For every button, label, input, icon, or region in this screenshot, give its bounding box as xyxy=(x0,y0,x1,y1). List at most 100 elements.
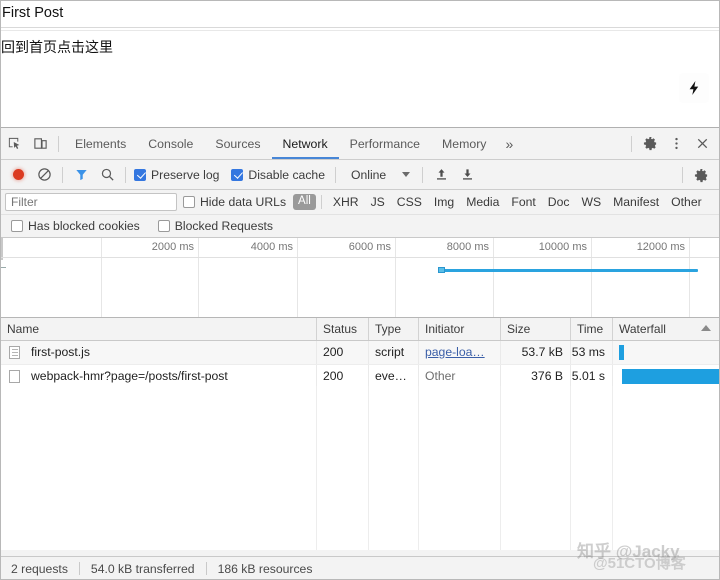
script-file-icon xyxy=(9,346,20,359)
cell-initiator[interactable]: page-loa… xyxy=(419,341,501,364)
ascending-sort-icon xyxy=(701,325,711,331)
network-blocked-row: Has blocked cookies Blocked Requests xyxy=(1,215,719,238)
tabstrip-right-divider xyxy=(631,135,632,152)
column-header-initiator[interactable]: Initiator xyxy=(419,318,501,340)
record-button[interactable] xyxy=(5,162,31,188)
tabstrip-divider xyxy=(58,135,59,152)
tab-console[interactable]: Console xyxy=(137,129,204,159)
overview-header-divider xyxy=(1,257,719,258)
device-toolbar-icon[interactable] xyxy=(27,131,53,157)
filter-type-manifest[interactable]: Manifest xyxy=(607,195,665,209)
has-blocked-cookies-checkbox-box xyxy=(11,220,23,232)
filter-type-ws[interactable]: WS xyxy=(575,195,607,209)
lightning-bolt-icon[interactable] xyxy=(679,73,709,103)
row-cell-divider xyxy=(500,341,501,364)
page-body-link-text[interactable]: 回到首页点击这里 xyxy=(1,37,113,57)
hide-data-urls-checkbox-box xyxy=(183,196,195,208)
hide-data-urls-checkbox[interactable]: Hide data URLs xyxy=(183,195,286,209)
column-divider[interactable] xyxy=(316,318,317,340)
filter-type-img[interactable]: Img xyxy=(428,195,460,209)
settings-gear-icon[interactable] xyxy=(637,131,663,157)
row-cell-divider xyxy=(316,341,317,364)
filter-type-js[interactable]: JS xyxy=(365,195,391,209)
column-header-name[interactable]: Name xyxy=(1,318,317,340)
devtools-tabstrip: Elements Console Sources Network Perform… xyxy=(1,128,719,160)
overview-tick-label: 12000 ms xyxy=(636,241,685,253)
cell-time: 53 ms xyxy=(571,345,605,359)
tab-memory[interactable]: Memory xyxy=(431,129,497,159)
cell-size: 376 B xyxy=(531,369,563,383)
page-divider xyxy=(1,27,719,28)
row-cell-divider xyxy=(612,365,613,388)
network-settings-gear-icon[interactable] xyxy=(688,162,714,188)
close-devtools-icon[interactable] xyxy=(689,131,715,157)
blocked-requests-checkbox[interactable]: Blocked Requests xyxy=(157,219,273,233)
column-divider[interactable] xyxy=(368,318,369,340)
more-options-icon[interactable] xyxy=(663,131,689,157)
table-row[interactable]: first-post.js 200 script page-loa… 53.7 … xyxy=(1,341,719,365)
column-header-status[interactable]: Status xyxy=(317,318,369,340)
row-cell-divider xyxy=(368,365,369,388)
filter-type-doc[interactable]: Doc xyxy=(542,195,576,209)
column-divider[interactable] xyxy=(500,318,501,340)
export-har-button[interactable] xyxy=(454,162,480,188)
has-blocked-cookies-label: Has blocked cookies xyxy=(28,219,140,233)
record-dot-icon xyxy=(12,169,24,180)
web-page-viewport: First Post 回到首页点击这里 xyxy=(1,1,719,127)
tab-elements[interactable]: Elements xyxy=(64,129,137,159)
filter-input[interactable] xyxy=(5,193,177,211)
devtools-panel: Elements Console Sources Network Perform… xyxy=(1,127,719,579)
cell-initiator: Other xyxy=(425,369,456,383)
row-cell-divider xyxy=(570,341,571,364)
overview-gridline xyxy=(591,238,592,317)
filter-type-css[interactable]: CSS xyxy=(391,195,428,209)
column-divider-body xyxy=(316,386,317,550)
screenshot-root: First Post 回到首页点击这里 Elements Console Sou… xyxy=(0,0,720,580)
column-divider[interactable] xyxy=(418,318,419,340)
waterfall-bar xyxy=(619,345,624,360)
disable-cache-checkbox[interactable]: Disable cache xyxy=(231,168,325,182)
filter-type-font[interactable]: Font xyxy=(505,195,541,209)
tab-performance[interactable]: Performance xyxy=(339,129,431,159)
row-cell-divider xyxy=(570,365,571,388)
disable-cache-label: Disable cache xyxy=(248,167,325,182)
filter-type-xhr[interactable]: XHR xyxy=(327,195,365,209)
filter-type-other[interactable]: Other xyxy=(665,195,707,209)
search-icon[interactable] xyxy=(94,162,120,188)
overview-tick-label: 6000 ms xyxy=(348,241,391,253)
filter-type-media[interactable]: Media xyxy=(460,195,505,209)
tab-network[interactable]: Network xyxy=(271,129,339,159)
toolbar-divider-2 xyxy=(125,166,126,183)
row-cell-divider xyxy=(500,365,501,388)
network-request-table: Name Status Type Initiator Size Time Wat… xyxy=(1,318,719,550)
overview-left-tick xyxy=(1,267,6,268)
filter-type-all[interactable]: All xyxy=(293,194,316,210)
overview-tick-label: 8000 ms xyxy=(446,241,489,253)
overview-gridline xyxy=(198,238,199,317)
preserve-log-checkbox[interactable]: Preserve log xyxy=(134,168,219,182)
column-header-time[interactable]: Time xyxy=(571,318,613,340)
table-empty-area xyxy=(1,386,719,550)
row-cell-divider xyxy=(612,341,613,364)
overview-gridline xyxy=(493,238,494,317)
status-request-count: 2 requests xyxy=(11,561,68,576)
page-divider-secondary xyxy=(1,30,719,31)
inspect-element-icon[interactable] xyxy=(1,131,27,157)
column-divider-body xyxy=(418,386,419,550)
column-header-size[interactable]: Size xyxy=(501,318,571,340)
has-blocked-cookies-checkbox[interactable]: Has blocked cookies xyxy=(11,219,140,233)
hide-data-urls-label: Hide data URLs xyxy=(200,195,287,209)
cell-time: 5.01 s xyxy=(571,369,605,383)
more-tabs-icon[interactable]: » xyxy=(497,129,521,159)
filter-funnel-icon[interactable] xyxy=(68,162,94,188)
throttling-dropdown[interactable]: Online xyxy=(351,168,411,182)
import-har-button[interactable] xyxy=(428,162,454,188)
column-header-type[interactable]: Type xyxy=(369,318,419,340)
tab-sources[interactable]: Sources xyxy=(204,129,271,159)
column-divider[interactable] xyxy=(612,318,613,340)
clear-button[interactable] xyxy=(31,162,57,188)
status-divider xyxy=(78,562,80,575)
overview-tick-label: 10000 ms xyxy=(538,241,587,253)
column-divider[interactable] xyxy=(570,318,571,340)
network-overview-timeline[interactable]: 2000 ms 4000 ms 6000 ms 8000 ms 10000 ms… xyxy=(1,238,719,318)
